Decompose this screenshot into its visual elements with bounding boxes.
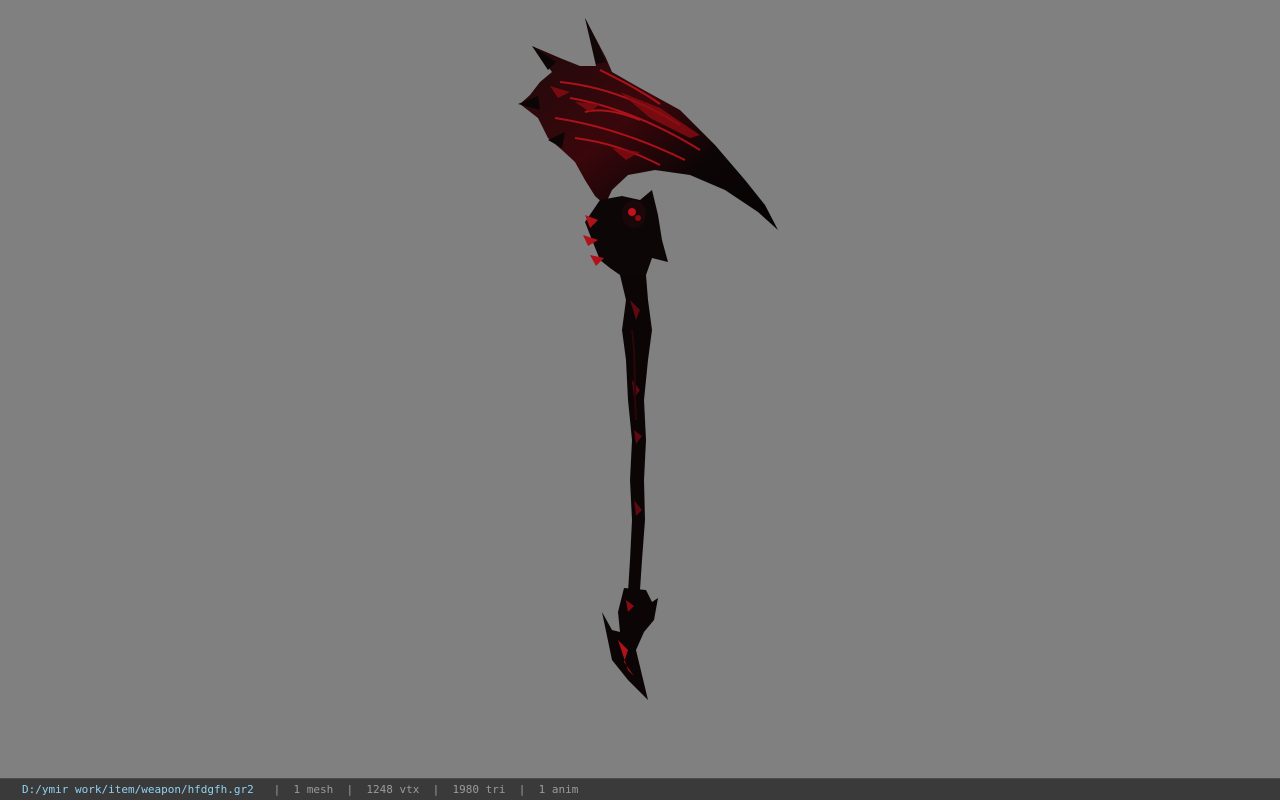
status-separator: | xyxy=(346,783,354,796)
triangle-count: 1980 tri xyxy=(452,783,506,796)
3d-viewport[interactable] xyxy=(0,0,1280,778)
status-separator: | xyxy=(518,783,526,796)
top-spike xyxy=(585,18,606,64)
status-separator: | xyxy=(273,783,281,796)
handle-pommel xyxy=(602,588,658,700)
anim-count: 1 anim xyxy=(538,783,579,796)
status-separator: | xyxy=(432,783,440,796)
vertex-count: 1248 vtx xyxy=(366,783,420,796)
scythe-head-joint xyxy=(583,190,668,282)
scythe-model[interactable] xyxy=(0,0,1280,778)
mesh-count: 1 mesh xyxy=(293,783,334,796)
handle-shaft xyxy=(620,275,652,592)
file-path: D:/ymir work/item/weapon/hfdgfh.gr2 xyxy=(22,783,254,796)
status-bar: D:/ymir work/item/weapon/hfdgfh.gr2 | 1 … xyxy=(0,778,1280,800)
